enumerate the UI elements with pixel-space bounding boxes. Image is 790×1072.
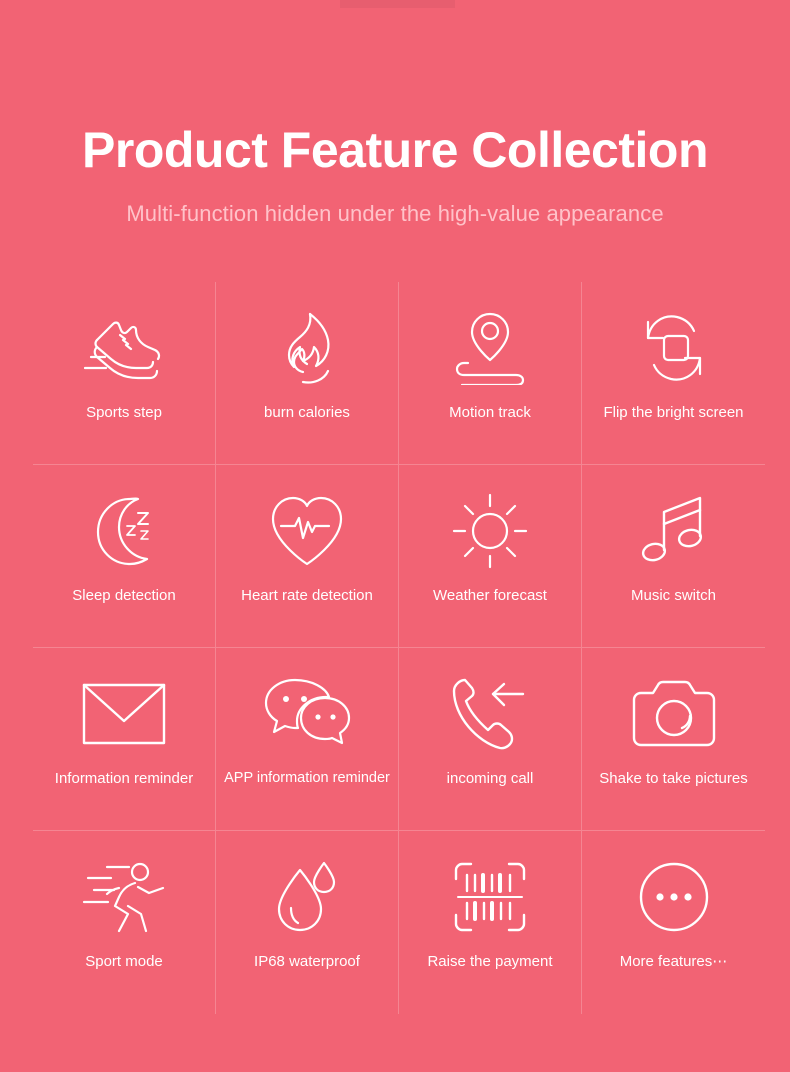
feature-label: Sleep detection bbox=[72, 587, 176, 604]
feature-label: Sports step bbox=[86, 404, 162, 421]
feature-label: Weather forecast bbox=[433, 587, 547, 604]
feature-tile-flip-bright-screen[interactable]: Flip the bright screen bbox=[582, 282, 765, 465]
running-shoe-icon bbox=[84, 306, 164, 390]
feature-tile-incoming-call[interactable]: incoming call bbox=[399, 648, 582, 831]
flame-icon bbox=[277, 306, 337, 390]
sun-icon bbox=[452, 489, 528, 573]
heart-pulse-icon bbox=[267, 489, 347, 573]
page-title: Product Feature Collection bbox=[82, 122, 708, 178]
feature-tile-motion-track[interactable]: Motion track bbox=[399, 282, 582, 465]
feature-label: incoming call bbox=[446, 770, 534, 787]
feature-label: Raise the payment bbox=[427, 953, 553, 970]
camera-icon bbox=[632, 672, 716, 756]
barcode-scan-icon bbox=[454, 855, 526, 939]
feature-grid: Sports step burn calories Motion track F… bbox=[33, 282, 765, 1014]
incoming-call-icon bbox=[451, 672, 529, 756]
feature-label: burn calories bbox=[264, 404, 350, 421]
feature-tile-sleep-detection[interactable]: Sleep detection bbox=[33, 465, 216, 648]
rotate-screen-icon bbox=[636, 306, 712, 390]
feature-label: Music switch bbox=[630, 587, 716, 604]
feature-label: Flip the bright screen bbox=[603, 404, 744, 421]
chat-bubbles-icon bbox=[263, 672, 351, 756]
feature-label: APP information reminder bbox=[224, 770, 390, 786]
feature-tile-weather-forecast[interactable]: Weather forecast bbox=[399, 465, 582, 648]
feature-label: More features⋯ bbox=[619, 953, 728, 970]
page-subtitle: Multi-function hidden under the high-val… bbox=[126, 200, 664, 226]
feature-label: IP68 waterproof bbox=[254, 953, 360, 970]
feature-tile-information-reminder[interactable]: Information reminder bbox=[33, 648, 216, 831]
water-drop-icon bbox=[274, 855, 340, 939]
feature-tile-raise-the-payment[interactable]: Raise the payment bbox=[399, 831, 582, 1014]
feature-tile-heart-rate-detection[interactable]: Heart rate detection bbox=[216, 465, 399, 648]
more-dots-icon bbox=[638, 855, 710, 939]
music-note-icon bbox=[641, 489, 707, 573]
feature-tile-ip68-waterproof[interactable]: IP68 waterproof bbox=[216, 831, 399, 1014]
map-pin-track-icon bbox=[452, 306, 528, 390]
feature-label: Shake to take pictures bbox=[599, 770, 748, 787]
envelope-icon bbox=[82, 672, 166, 756]
feature-tile-more-features[interactable]: More features⋯ bbox=[582, 831, 765, 1014]
feature-label: Motion track bbox=[449, 404, 531, 421]
running-person-icon bbox=[78, 855, 170, 939]
feature-tile-sports-step[interactable]: Sports step bbox=[33, 282, 216, 465]
feature-label: Information reminder bbox=[54, 770, 194, 787]
feature-tile-burn-calories[interactable]: burn calories bbox=[216, 282, 399, 465]
page-header: Product Feature Collection Multi-functio… bbox=[0, 0, 790, 227]
feature-tile-app-information-reminder[interactable]: APP information reminder bbox=[216, 648, 399, 831]
feature-tile-sport-mode[interactable]: Sport mode bbox=[33, 831, 216, 1014]
feature-tile-music-switch[interactable]: Music switch bbox=[582, 465, 765, 648]
feature-label: Sport mode bbox=[85, 953, 163, 970]
crescent-moon-sleep-icon bbox=[86, 489, 162, 573]
feature-label: Heart rate detection bbox=[241, 587, 373, 604]
feature-tile-shake-to-take-pictures[interactable]: Shake to take pictures bbox=[582, 648, 765, 831]
